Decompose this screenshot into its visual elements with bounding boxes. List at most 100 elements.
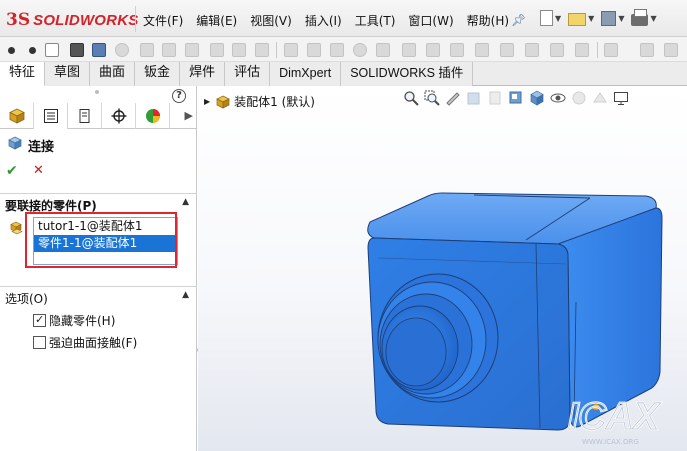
display-manager-tab[interactable] — [136, 103, 170, 129]
instant3d-icon[interactable] — [475, 43, 489, 57]
extrude-icon[interactable] — [140, 43, 154, 57]
edit-appearance-icon[interactable] — [571, 90, 587, 106]
force-surface-contact-label: 强迫曲面接触(F) — [49, 336, 138, 350]
section-icon[interactable] — [550, 43, 564, 57]
join-feature-icon — [8, 136, 22, 150]
hide-parts-option[interactable]: 隐藏零件(H) — [33, 312, 115, 329]
display-style-icon[interactable] — [529, 90, 545, 106]
command-manager-tabs: 特征 草图 曲面 钣金 焊件 评估 DimXpert SOLIDWORKS 插件 — [0, 62, 687, 86]
configuration-icon — [79, 109, 89, 123]
smart-dimension-icon[interactable] — [29, 47, 36, 54]
draft-icon[interactable] — [330, 43, 344, 57]
pointer-icon[interactable] — [8, 47, 15, 54]
rib-icon[interactable] — [284, 43, 298, 57]
panel-resize-handle[interactable] — [95, 90, 99, 94]
options-icon[interactable] — [604, 43, 618, 57]
view-settings-icon[interactable] — [613, 90, 629, 106]
menu-window[interactable]: 窗口(W) — [408, 12, 453, 29]
tab-sketch[interactable]: 草图 — [45, 62, 91, 86]
options-group-label: 选项(O) — [5, 292, 48, 306]
open-folder-icon[interactable] — [568, 12, 587, 26]
hide-parts-checkbox[interactable] — [33, 313, 46, 327]
display-pie-icon — [145, 109, 160, 123]
toolbar-separator — [276, 42, 277, 58]
collapse-icon[interactable]: ▲ — [182, 290, 189, 300]
property-manager-tab[interactable] — [34, 103, 68, 129]
new-dropdown-icon[interactable]: ▼ — [555, 14, 561, 23]
rebuild-icon[interactable] — [640, 43, 654, 57]
previous-view-icon[interactable] — [445, 90, 461, 106]
tab-addins[interactable]: SOLIDWORKS 插件 — [341, 62, 474, 86]
print-dropdown-icon[interactable]: ▼ — [650, 14, 656, 23]
tab-features[interactable]: 特征 — [0, 62, 46, 86]
property-list-icon — [43, 109, 58, 123]
menu-insert[interactable]: 插入(I) — [305, 12, 342, 29]
save-icon[interactable] — [601, 10, 617, 26]
sweep-icon[interactable] — [162, 43, 176, 57]
sketch-icon[interactable] — [92, 43, 106, 57]
curves-icon[interactable] — [450, 43, 464, 57]
parts-to-join-group: 要联接的零件(P) ▲ — [0, 193, 197, 213]
more-tabs-icon[interactable]: ▶ — [185, 109, 193, 122]
zoom-to-area-icon[interactable] — [424, 90, 440, 106]
trim-icon[interactable] — [70, 43, 84, 57]
flyout-tree-root[interactable]: ▶ 装配体1 (默认) — [204, 93, 315, 110]
ds-logo-icon: 3S — [6, 10, 31, 30]
settings-icon[interactable] — [664, 43, 678, 57]
hole-icon[interactable] — [353, 43, 367, 57]
pattern-icon[interactable] — [376, 43, 390, 57]
tab-weldments[interactable]: 焊件 — [180, 62, 226, 86]
configuration-manager-tab[interactable] — [68, 103, 102, 129]
menu-view[interactable]: 视图(V) — [250, 12, 292, 29]
open-dropdown-icon[interactable]: ▼ — [588, 14, 594, 23]
menu-edit[interactable]: 编辑(E) — [196, 12, 237, 29]
menu-file[interactable]: 文件(F) — [143, 12, 183, 29]
revolve-icon[interactable] — [115, 43, 129, 57]
help-icon[interactable]: ? — [172, 89, 186, 103]
mirror-icon[interactable] — [402, 43, 416, 57]
tab-dimxpert[interactable]: DimXpert — [270, 62, 342, 86]
apply-scene-icon[interactable] — [592, 90, 608, 106]
tab-evaluate[interactable]: 评估 — [225, 62, 271, 86]
solidworks-logo[interactable]: 3S SOLIDWORKS — [6, 9, 138, 31]
save-dropdown-icon[interactable]: ▼ — [618, 14, 624, 23]
dynamic-annotation-icon[interactable] — [487, 90, 503, 106]
tab-surfaces[interactable]: 曲面 — [90, 62, 136, 86]
print-icon[interactable] — [631, 8, 649, 26]
cancel-button[interactable]: ✕ — [33, 163, 44, 178]
icax-watermark: ICAX ICAX WWW.ICAX.ORG — [567, 395, 663, 446]
loft-icon[interactable] — [185, 43, 199, 57]
highlight-box — [25, 212, 177, 268]
logo-separator — [135, 6, 136, 32]
hide-show-items-icon[interactable] — [550, 90, 566, 106]
feature-manager-tab[interactable] — [0, 103, 34, 129]
app-name: SOLIDWORKS — [33, 11, 139, 29]
pin-icon[interactable]: 📌︎ — [511, 13, 526, 27]
fillet-icon[interactable] — [232, 43, 246, 57]
force-surface-contact-option[interactable]: 强迫曲面接触(F) — [33, 334, 137, 351]
assembly-name: 装配体1 (默认) — [234, 95, 315, 109]
collapse-icon[interactable]: ▲ — [182, 197, 189, 207]
measure-icon[interactable] — [500, 43, 514, 57]
reference-geometry-icon[interactable] — [426, 43, 440, 57]
new-document-icon[interactable] — [540, 10, 553, 26]
zoom-to-fit-icon[interactable] — [403, 90, 419, 106]
tab-sheet-metal[interactable]: 钣金 — [135, 62, 181, 86]
menu-help[interactable]: 帮助(H) — [467, 12, 509, 29]
view-orientation-icon[interactable] — [508, 90, 524, 106]
graphics-area[interactable]: ▶ 装配体1 (默认) ICAX ICAX WWW.ICAX.ORG — [198, 86, 687, 451]
mass-properties-icon[interactable] — [525, 43, 539, 57]
appearance-icon[interactable] — [575, 43, 589, 57]
menu-tools[interactable]: 工具(T) — [355, 12, 396, 29]
cut-icon[interactable] — [210, 43, 224, 57]
dimxpert-manager-tab[interactable] — [102, 103, 136, 129]
chamfer-icon[interactable] — [255, 43, 269, 57]
section-view-icon[interactable] — [466, 90, 482, 106]
shell-icon[interactable] — [307, 43, 321, 57]
expand-arrow-icon[interactable]: ▶ — [204, 97, 210, 106]
menu-bar: 文件(F) 编辑(E) 视图(V) 插入(I) 工具(T) 窗口(W) 帮助(H… — [143, 12, 522, 29]
force-surface-contact-checkbox[interactable] — [33, 336, 46, 349]
toolbar-separator — [597, 42, 598, 58]
ok-button[interactable]: ✔ — [6, 163, 18, 179]
line-icon[interactable] — [45, 43, 59, 57]
